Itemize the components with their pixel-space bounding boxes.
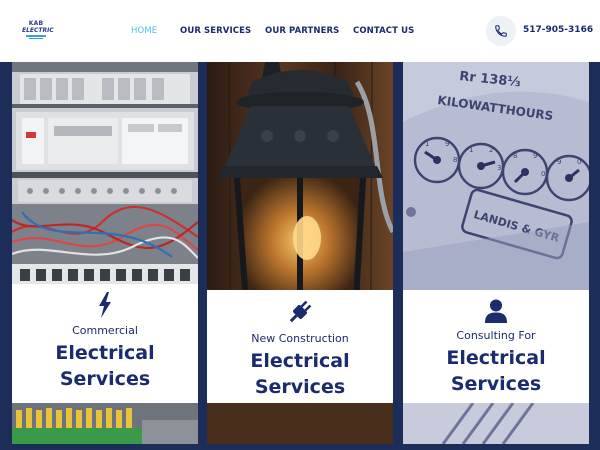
card-subtitle: Commercial: [72, 324, 138, 337]
svg-text:1: 1: [469, 146, 473, 154]
nav-our-services[interactable]: OUR SERVICES: [180, 26, 251, 36]
phone-number-link[interactable]: 517-905-3166: [523, 25, 593, 35]
logo-text-bottom: ELECTRIC: [22, 27, 54, 34]
svg-text:1: 1: [425, 140, 429, 148]
svg-text:8: 8: [453, 156, 457, 164]
lightning-bolt-icon: [99, 292, 111, 318]
card-title-line2: Services: [254, 376, 346, 398]
nav-our-partners[interactable]: OUR PARTNERS: [265, 26, 339, 36]
hero-section: Commercial Electrical Services New Const…: [0, 62, 600, 450]
logo[interactable]: KAB ELECTRIC: [22, 21, 54, 45]
service-panel-commercial[interactable]: Commercial Electrical Services: [12, 62, 198, 444]
plug-icon: [289, 300, 312, 323]
card-title-line2: Services: [59, 368, 151, 390]
card-title-line1: Electrical: [55, 342, 155, 364]
phone-icon[interactable]: [486, 16, 516, 46]
nav-home[interactable]: HOME: [131, 26, 157, 36]
svg-text:8: 8: [513, 152, 517, 160]
svg-text:0: 0: [541, 170, 545, 178]
service-card: New Construction Electrical Services: [207, 290, 393, 403]
svg-text:9: 9: [445, 140, 449, 148]
card-title-line1: Electrical: [250, 350, 350, 372]
service-panel-new-construction[interactable]: New Construction Electrical Services: [207, 62, 393, 444]
card-title-line2: Services: [450, 373, 542, 395]
svg-text:9: 9: [557, 158, 561, 166]
svg-text:2: 2: [489, 146, 493, 154]
svg-text:3: 3: [497, 164, 501, 172]
service-card: Commercial Electrical Services: [12, 284, 198, 403]
svg-text:9: 9: [533, 152, 537, 160]
card-subtitle: Consulting For: [456, 329, 536, 342]
card-title-line1: Electrical: [446, 347, 546, 369]
service-panel-consulting[interactable]: 198 123 890 90 Rr 138⅓ KILOWATTHOURS LAN…: [403, 62, 589, 444]
logo-underline: [29, 38, 43, 39]
svg-text:0: 0: [577, 158, 581, 166]
site-header: KAB ELECTRIC HOME OUR SERVICES OUR PARTN…: [0, 0, 600, 62]
service-card: Consulting For Electrical Services: [403, 290, 589, 403]
card-subtitle: New Construction: [251, 332, 349, 345]
logo-bar: [26, 35, 46, 37]
user-icon: [485, 299, 507, 323]
nav-contact-us[interactable]: CONTACT US: [353, 26, 414, 36]
